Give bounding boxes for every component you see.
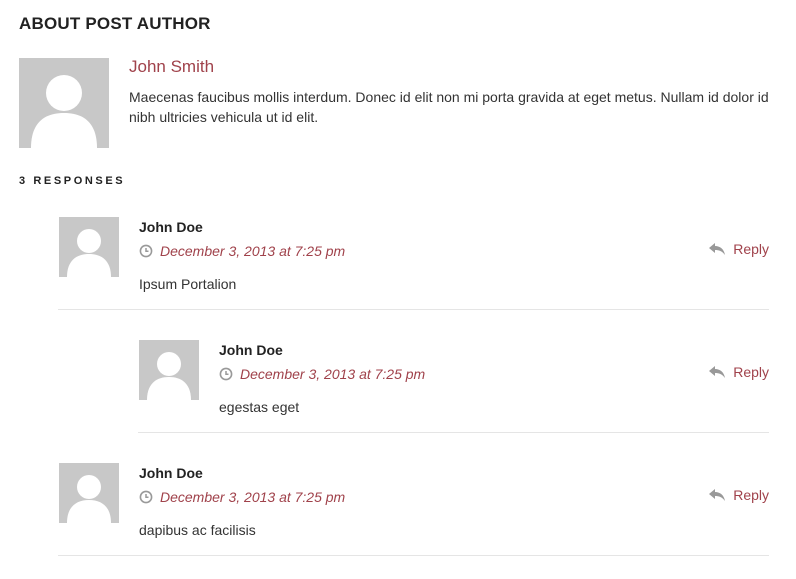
comment-meta: December 3, 2013 at 7:25 pm <box>139 243 345 259</box>
author-name-link[interactable]: John Smith <box>129 57 214 77</box>
reply-button[interactable]: Reply <box>708 364 769 380</box>
comment-meta: December 3, 2013 at 7:25 pm <box>139 489 345 505</box>
commenter-avatar <box>59 217 119 277</box>
comment-divider <box>58 309 769 310</box>
comment-date-link[interactable]: December 3, 2013 at 7:25 pm <box>240 366 425 382</box>
comment-date-link[interactable]: December 3, 2013 at 7:25 pm <box>160 243 345 259</box>
comment-divider <box>58 555 769 556</box>
reply-arrow-icon <box>708 365 726 379</box>
about-author-title: ABOUT POST AUTHOR <box>19 14 211 33</box>
comment-text: Ipsum Portalion <box>139 276 237 292</box>
commenter-avatar <box>59 463 119 523</box>
default-avatar-icon <box>67 229 111 277</box>
comment-author: John Doe <box>139 219 203 235</box>
comment-meta: December 3, 2013 at 7:25 pm <box>219 366 425 382</box>
comment-divider <box>138 432 769 433</box>
comment: John Doe December 3, 2013 at 7:25 pm dap… <box>58 463 769 556</box>
author-avatar <box>19 58 109 148</box>
clock-icon <box>139 244 153 258</box>
comment-author: John Doe <box>219 342 283 358</box>
comment-reply: John Doe December 3, 2013 at 7:25 pm ege… <box>138 340 769 433</box>
default-avatar-icon <box>147 352 191 400</box>
reply-arrow-icon <box>708 242 726 256</box>
reply-label: Reply <box>733 364 769 380</box>
comment-date-link[interactable]: December 3, 2013 at 7:25 pm <box>160 489 345 505</box>
reply-button[interactable]: Reply <box>708 241 769 257</box>
comment: John Doe December 3, 2013 at 7:25 pm Ips… <box>58 217 769 310</box>
commenter-avatar <box>139 340 199 400</box>
comment-text: dapibus ac facilisis <box>139 522 256 538</box>
reply-label: Reply <box>733 487 769 503</box>
default-avatar-icon <box>31 75 97 148</box>
comment-author: John Doe <box>139 465 203 481</box>
clock-icon <box>219 367 233 381</box>
reply-label: Reply <box>733 241 769 257</box>
responses-count-title: 3 RESPONSES <box>19 175 126 187</box>
clock-icon <box>139 490 153 504</box>
comment-text: egestas eget <box>219 399 300 415</box>
author-bio: Maecenas faucibus mollis interdum. Donec… <box>129 89 769 125</box>
default-avatar-icon <box>67 475 111 523</box>
reply-arrow-icon <box>708 488 726 502</box>
reply-button[interactable]: Reply <box>708 487 769 503</box>
